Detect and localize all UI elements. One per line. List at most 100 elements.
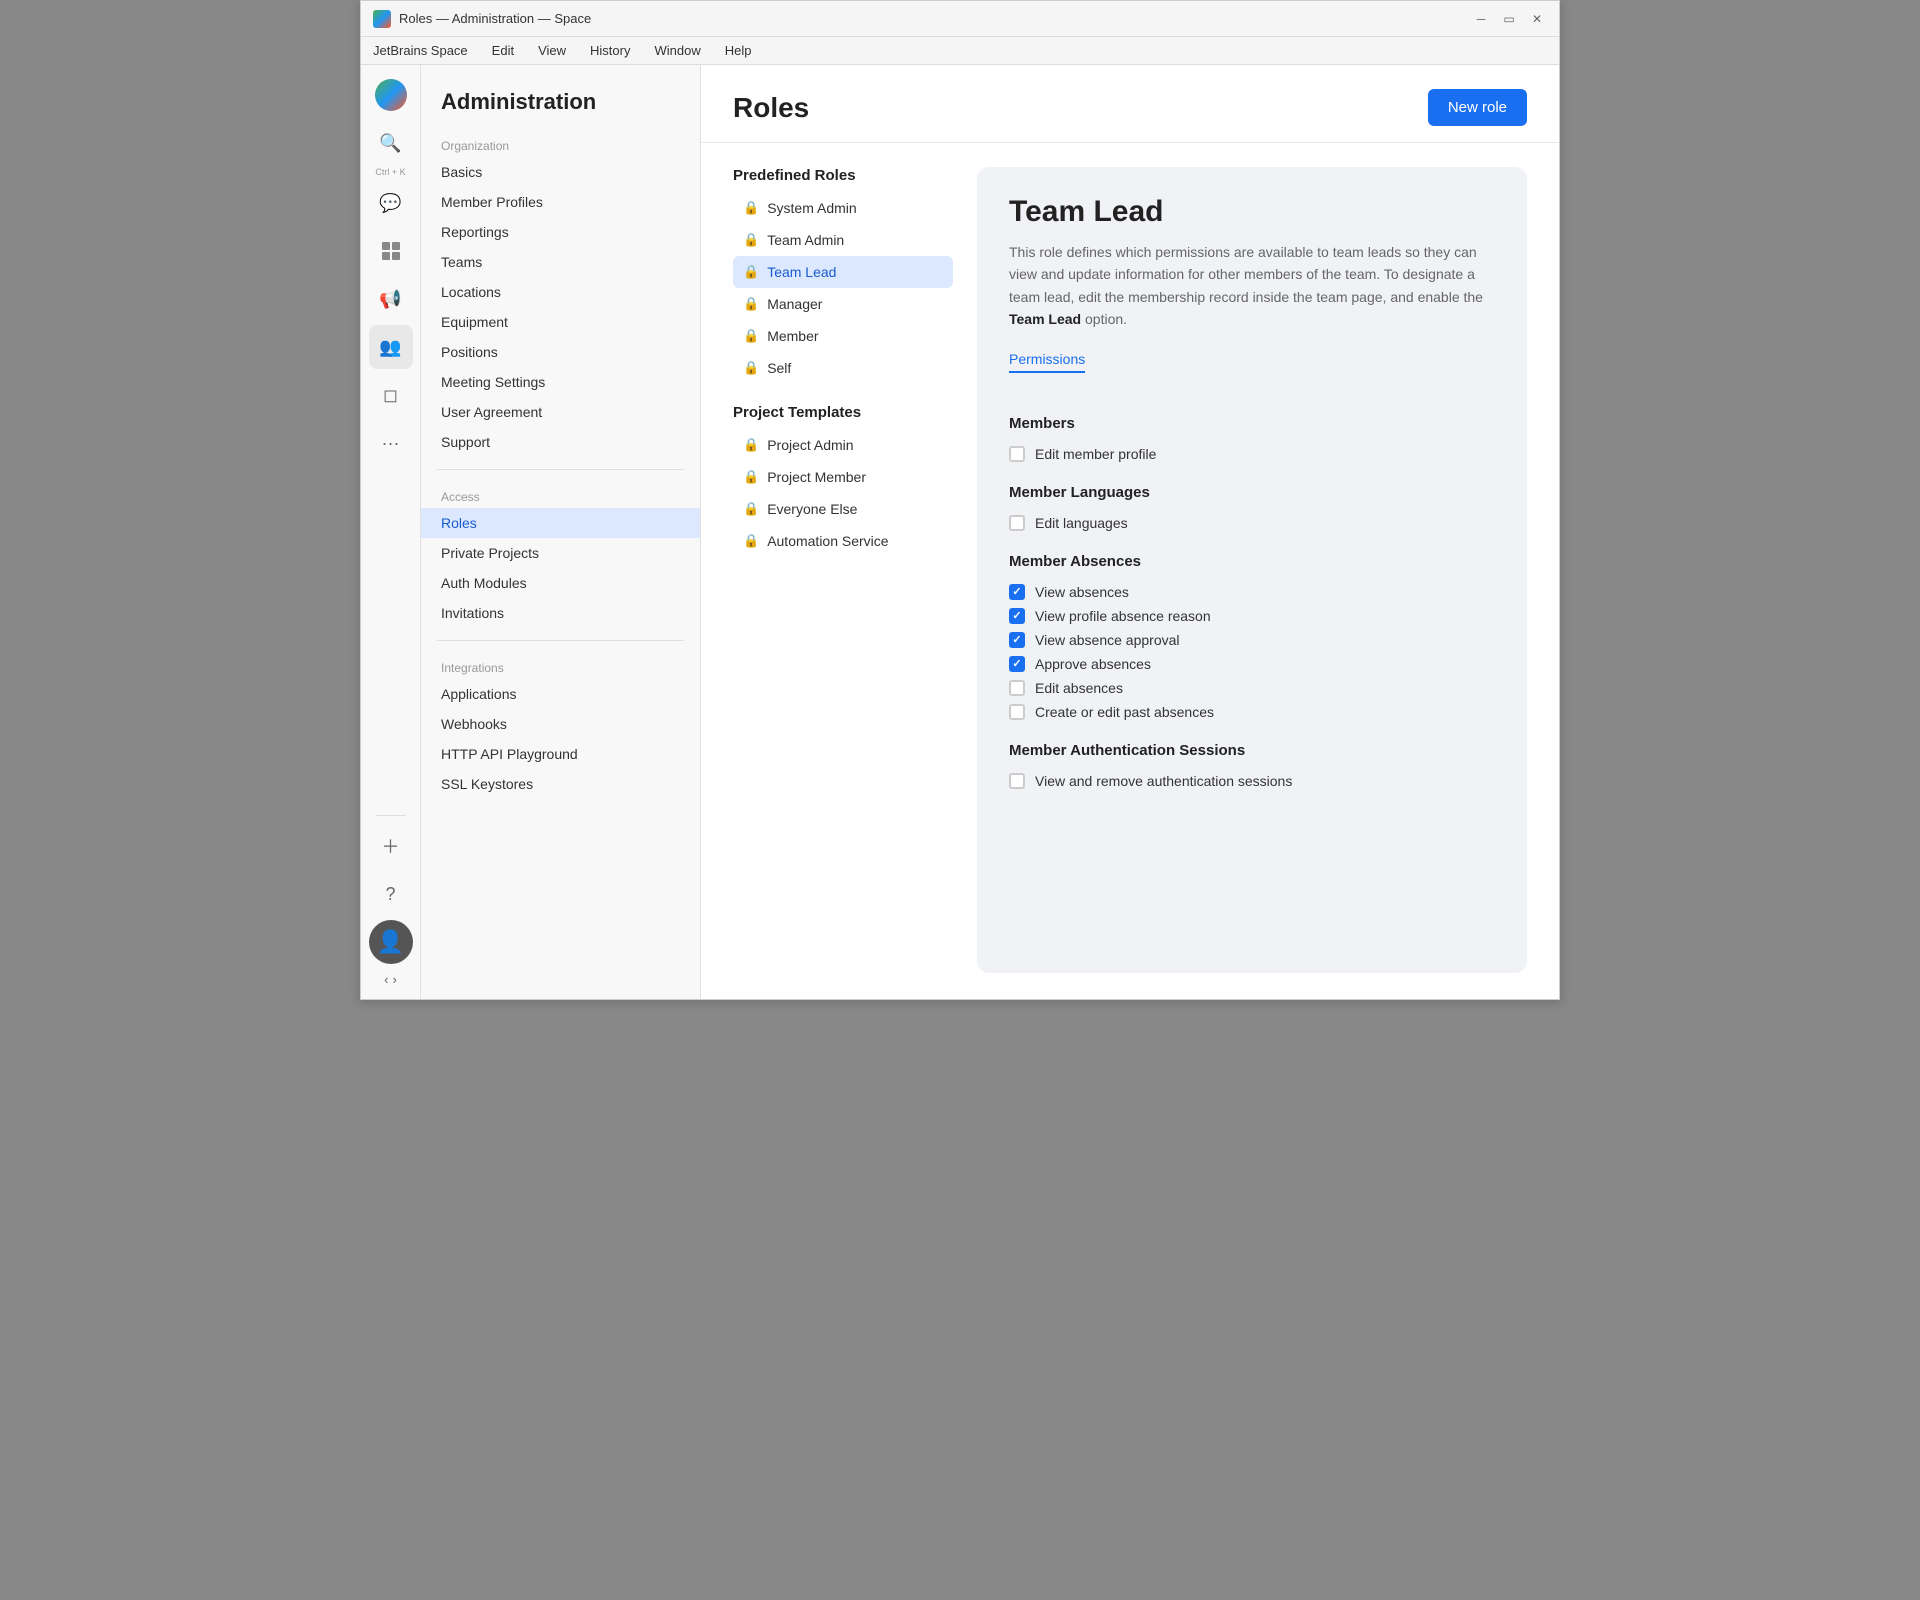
perm-label-view-absences: View absences	[1035, 584, 1129, 600]
sidebar-divider-1	[437, 469, 684, 470]
role-detail: Team Lead This role defines which permis…	[977, 167, 1527, 973]
permissions-tab[interactable]: Permissions	[1009, 351, 1085, 373]
broadcast-icon[interactable]: 📢	[369, 277, 413, 321]
role-item-team-admin[interactable]: 🔒 Team Admin	[733, 224, 953, 256]
sidebar-item-roles[interactable]: Roles	[421, 508, 700, 538]
checkbox-view-absence-reason[interactable]	[1009, 608, 1025, 624]
role-label-system-admin: System Admin	[767, 200, 856, 216]
new-role-button[interactable]: New role	[1428, 89, 1527, 126]
more-icon[interactable]: ···	[369, 421, 413, 465]
perm-label-create-past-absences: Create or edit past absences	[1035, 704, 1214, 720]
role-item-automation-service[interactable]: 🔒 Automation Service	[733, 525, 953, 557]
perm-section-absences-title: Member Absences	[1009, 553, 1495, 570]
search-shortcut-label: Ctrl + K	[375, 167, 405, 177]
sidebar-item-private-projects[interactable]: Private Projects	[421, 538, 700, 568]
section-label-organization: Organization	[421, 131, 700, 157]
window-title: Roles — Administration — Space	[399, 11, 1463, 26]
perm-item-create-past-absences: Create or edit past absences	[1009, 700, 1495, 724]
sidebar-divider-2	[437, 640, 684, 641]
menu-jetbrains-space[interactable]: JetBrains Space	[369, 41, 472, 60]
role-label-automation-service: Automation Service	[767, 533, 888, 549]
checkbox-edit-absences[interactable]	[1009, 680, 1025, 696]
app-window: Roles — Administration — Space ─ ▭ ✕ Jet…	[360, 0, 1560, 1000]
sidebar-item-reportings[interactable]: Reportings	[421, 217, 700, 247]
sidebar-item-http-api[interactable]: HTTP API Playground	[421, 739, 700, 769]
app-body: 🔍 Ctrl + K 💬 📢 👥 ◻ ··· ＋ ? 👤 ‹ › Adminis…	[361, 65, 1559, 999]
role-label-manager: Manager	[767, 296, 822, 312]
sidebar-item-auth-modules[interactable]: Auth Modules	[421, 568, 700, 598]
lock-icon: 🔒	[743, 296, 759, 312]
perm-item-view-auth-sessions: View and remove authentication sessions	[1009, 769, 1495, 793]
sidebar-item-locations[interactable]: Locations	[421, 277, 700, 307]
minimize-button[interactable]: ─	[1471, 9, 1491, 29]
checkbox-edit-member-profile[interactable]	[1009, 446, 1025, 462]
menu-view[interactable]: View	[534, 41, 570, 60]
perm-item-edit-member-profile: Edit member profile	[1009, 442, 1495, 466]
logo-icon[interactable]	[369, 73, 413, 117]
sidebar-item-basics[interactable]: Basics	[421, 157, 700, 187]
role-item-self[interactable]: 🔒 Self	[733, 352, 953, 384]
lock-icon: 🔒	[743, 469, 759, 485]
perm-item-view-absences: View absences	[1009, 580, 1495, 604]
perm-item-edit-absences: Edit absences	[1009, 676, 1495, 700]
role-label-everyone-else: Everyone Else	[767, 501, 857, 517]
admin-title: Administration	[421, 81, 700, 131]
sidebar-item-equipment[interactable]: Equipment	[421, 307, 700, 337]
lock-icon: 🔒	[743, 328, 759, 344]
lock-icon: 🔒	[743, 200, 759, 216]
role-label-project-member: Project Member	[767, 469, 866, 485]
sidebar-item-teams[interactable]: Teams	[421, 247, 700, 277]
checkbox-edit-languages[interactable]	[1009, 515, 1025, 531]
menu-history[interactable]: History	[586, 41, 634, 60]
perm-label-edit-member-profile: Edit member profile	[1035, 446, 1156, 462]
dashboard-icon[interactable]	[369, 229, 413, 273]
sidebar-item-meeting-settings[interactable]: Meeting Settings	[421, 367, 700, 397]
sidebar-item-positions[interactable]: Positions	[421, 337, 700, 367]
menu-help[interactable]: Help	[721, 41, 756, 60]
checkbox-view-absences[interactable]	[1009, 584, 1025, 600]
checkbox-create-past-absences[interactable]	[1009, 704, 1025, 720]
search-icon[interactable]: 🔍	[369, 121, 413, 165]
role-item-manager[interactable]: 🔒 Manager	[733, 288, 953, 320]
role-item-system-admin[interactable]: 🔒 System Admin	[733, 192, 953, 224]
lock-icon: 🔒	[743, 501, 759, 517]
maximize-button[interactable]: ▭	[1499, 9, 1519, 29]
role-list: Predefined Roles 🔒 System Admin 🔒 Team A…	[733, 167, 953, 973]
role-item-project-admin[interactable]: 🔒 Project Admin	[733, 429, 953, 461]
help-icon[interactable]: ?	[369, 872, 413, 916]
sidebar-item-user-agreement[interactable]: User Agreement	[421, 397, 700, 427]
checkbox-approve-absences[interactable]	[1009, 656, 1025, 672]
role-item-everyone-else[interactable]: 🔒 Everyone Else	[733, 493, 953, 525]
checkbox-view-absence-approval[interactable]	[1009, 632, 1025, 648]
chat-icon[interactable]: 💬	[369, 181, 413, 225]
perm-label-edit-absences: Edit absences	[1035, 680, 1123, 696]
role-description-bold: Team Lead	[1009, 311, 1081, 327]
checkbox-view-auth-sessions[interactable]	[1009, 773, 1025, 789]
perm-item-view-absence-approval: View absence approval	[1009, 628, 1495, 652]
perm-label-view-absence-reason: View profile absence reason	[1035, 608, 1211, 624]
role-item-member[interactable]: 🔒 Member	[733, 320, 953, 352]
title-bar: Roles — Administration — Space ─ ▭ ✕	[361, 1, 1559, 37]
role-item-team-lead[interactable]: 🔒 Team Lead	[733, 256, 953, 288]
sidebar-item-support[interactable]: Support	[421, 427, 700, 457]
menu-edit[interactable]: Edit	[488, 41, 518, 60]
people-icon[interactable]: 👥	[369, 325, 413, 369]
sidebar-item-invitations[interactable]: Invitations	[421, 598, 700, 628]
icon-rail: 🔍 Ctrl + K 💬 📢 👥 ◻ ··· ＋ ? 👤 ‹ ›	[361, 65, 421, 999]
role-item-project-member[interactable]: 🔒 Project Member	[733, 461, 953, 493]
menu-bar: JetBrains Space Edit View History Window…	[361, 37, 1559, 65]
main-content: Roles New role Predefined Roles 🔒 System…	[701, 65, 1559, 999]
back-button[interactable]: ‹	[384, 972, 388, 987]
page-title: Roles	[733, 92, 809, 124]
search-rail-item[interactable]: 🔍 Ctrl + K	[369, 121, 413, 177]
add-icon[interactable]: ＋	[369, 824, 413, 868]
close-button[interactable]: ✕	[1527, 9, 1547, 29]
box-icon[interactable]: ◻	[369, 373, 413, 417]
menu-window[interactable]: Window	[650, 41, 704, 60]
sidebar-item-applications[interactable]: Applications	[421, 679, 700, 709]
forward-button[interactable]: ›	[393, 972, 397, 987]
sidebar-item-ssl-keystores[interactable]: SSL Keystores	[421, 769, 700, 799]
avatar[interactable]: 👤	[369, 920, 413, 964]
sidebar-item-member-profiles[interactable]: Member Profiles	[421, 187, 700, 217]
sidebar-item-webhooks[interactable]: Webhooks	[421, 709, 700, 739]
